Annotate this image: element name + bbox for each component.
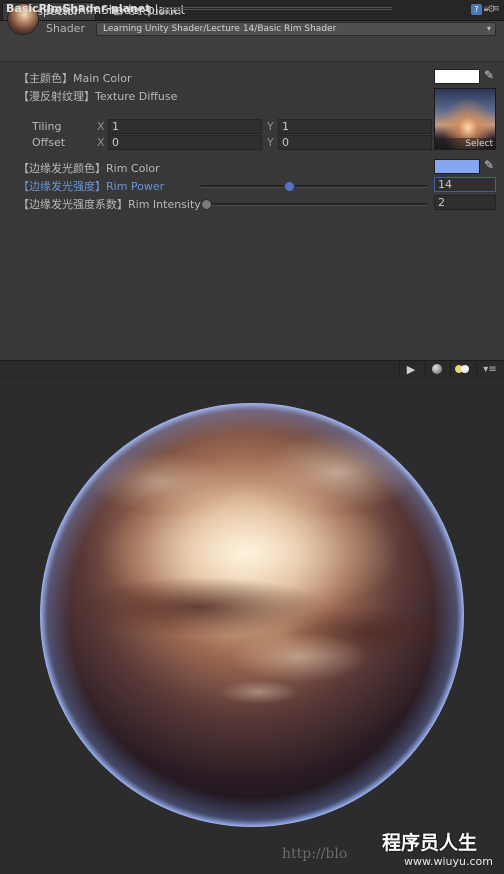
rim-color-label: 【边缘发光颜色】Rim Color bbox=[18, 162, 160, 175]
offset-y-axis: Y bbox=[267, 136, 274, 149]
tiling-y-field[interactable]: 1 bbox=[278, 119, 432, 134]
offset-x-field[interactable]: 0 bbox=[108, 135, 262, 150]
watermark-url: http://blo bbox=[282, 846, 348, 862]
main-color-swatch[interactable] bbox=[434, 69, 480, 84]
rim-intensity-field[interactable]: 2 bbox=[434, 195, 496, 210]
offset-x-axis: X bbox=[97, 136, 105, 149]
main-color-label: 【主颜色】Main Color bbox=[18, 72, 132, 85]
chevron-down-icon: ▾ bbox=[486, 24, 491, 33]
rim-intensity-slider[interactable] bbox=[206, 203, 427, 206]
rim-intensity-slider-thumb[interactable] bbox=[201, 199, 212, 210]
tiling-x-field[interactable]: 1 bbox=[108, 119, 262, 134]
play-button[interactable]: ▶ bbox=[399, 361, 422, 377]
rim-glow bbox=[40, 403, 464, 827]
rim-power-slider-thumb[interactable] bbox=[284, 181, 296, 192]
texture-select-button[interactable]: Select bbox=[434, 138, 496, 150]
rim-power-field[interactable]: 14 bbox=[434, 177, 496, 192]
rim-intensity-label: 【边缘发光强度系数】Rim Intensity bbox=[18, 198, 201, 211]
sphere-icon bbox=[432, 364, 442, 374]
offset-y-field[interactable]: 0 bbox=[278, 135, 432, 150]
rim-color-swatch[interactable] bbox=[434, 159, 480, 174]
lights-icon bbox=[455, 365, 469, 373]
preview-lights-button[interactable] bbox=[450, 361, 473, 377]
planet-sphere[interactable] bbox=[39, 402, 465, 828]
gear-icon[interactable]: ⚙ bbox=[487, 4, 496, 15]
tiling-x-axis: X bbox=[97, 120, 105, 133]
shader-dropdown[interactable]: Learning Unity Shader/Lecture 14/Basic R… bbox=[96, 22, 496, 36]
header-icons: ? ⚙ bbox=[471, 4, 496, 15]
shader-label: Shader bbox=[46, 22, 85, 35]
settings-dropdown-icon: ▾≡ bbox=[483, 363, 497, 375]
watermark-text: 程序员人生 bbox=[382, 832, 478, 854]
texture-diffuse-label: 【漫反射纹理】Texture Diffuse bbox=[18, 90, 178, 103]
tiling-y-axis: Y bbox=[267, 120, 274, 133]
preview-resize-grip[interactable] bbox=[162, 7, 392, 11]
play-icon: ▶ bbox=[406, 362, 416, 376]
eyedropper-icon[interactable]: ✎ bbox=[484, 158, 494, 172]
rim-power-label: 【边缘发光强度】Rim Power bbox=[18, 180, 165, 193]
tiling-label: Tiling bbox=[32, 120, 62, 133]
help-icon[interactable]: ? bbox=[471, 4, 483, 15]
rim-power-slider[interactable] bbox=[201, 185, 427, 188]
watermark-site: www.wiuyu.com bbox=[404, 855, 493, 868]
preview-title: BasicRimShader-planet bbox=[6, 2, 151, 15]
shader-dropdown-value: Learning Unity Shader/Lecture 14/Basic R… bbox=[103, 24, 337, 34]
preview-sphere-button[interactable] bbox=[425, 361, 448, 377]
eyedropper-icon[interactable]: ✎ bbox=[484, 68, 494, 82]
offset-label: Offset bbox=[32, 136, 66, 149]
preview-settings-button[interactable]: ▾≡ bbox=[476, 361, 503, 377]
